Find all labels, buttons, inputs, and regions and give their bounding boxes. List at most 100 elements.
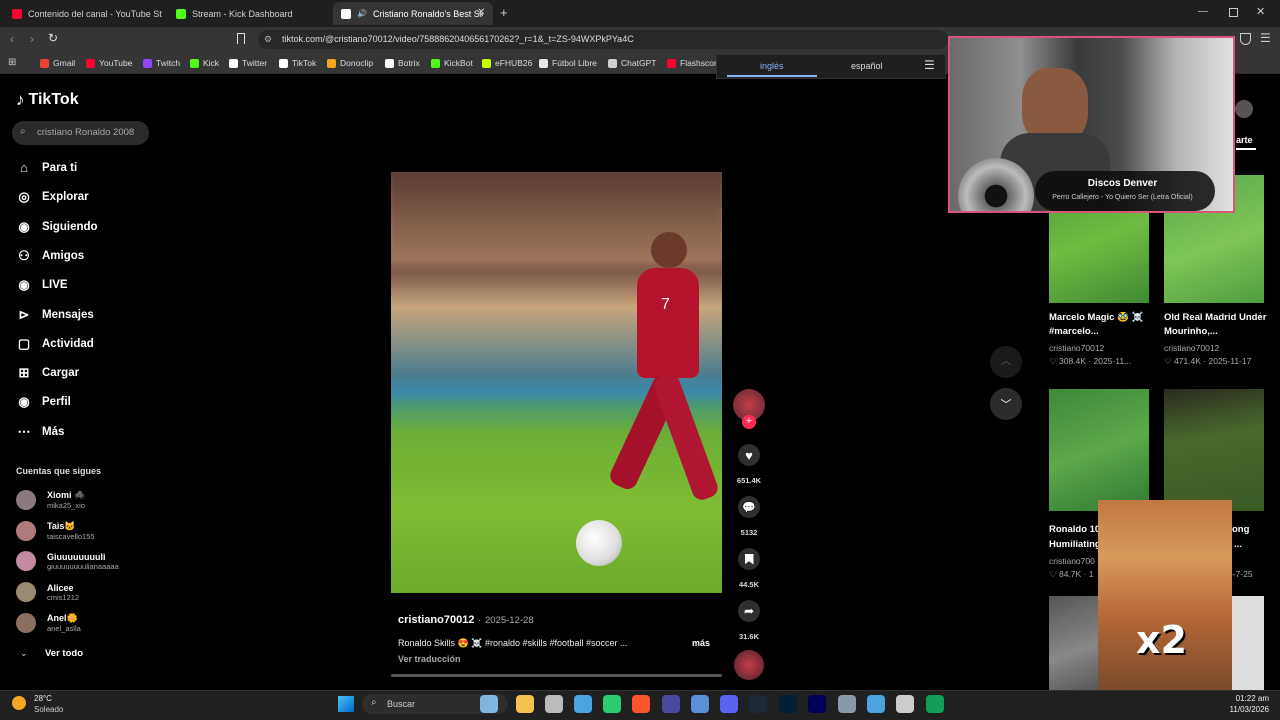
recommended-thumb[interactable] <box>1164 389 1264 511</box>
recommended-author[interactable]: cristiano70012 <box>1049 343 1104 353</box>
bookmark-youtube[interactable]: YouTube <box>86 55 132 71</box>
bookmark-flashscore[interactable]: Flashscore <box>667 55 722 71</box>
tab-tiktok-active[interactable]: 🔊 Cristiano Ronaldo's Best Skills <box>333 2 493 25</box>
next-video-button[interactable]: ﹀ <box>990 388 1022 420</box>
steam-icon[interactable] <box>749 695 767 713</box>
recommended-author[interactable]: cristiano700 <box>1049 556 1095 566</box>
close-tab-icon[interactable]: ✕ <box>477 7 485 18</box>
avatar <box>16 612 36 633</box>
bookmark-f-tbol-libre[interactable]: Fútbol Libre <box>539 55 597 71</box>
nav-item-siguiendo[interactable]: ◉ Siguiendo <box>16 219 97 235</box>
nav-item-cargar[interactable]: ⊞ Cargar <box>16 365 80 381</box>
app-icon[interactable] <box>603 695 621 713</box>
followed-account[interactable]: Xiomi 🕷️ mika25_xio <box>16 490 85 510</box>
bookmark-donoclip[interactable]: Donoclip <box>327 55 373 71</box>
site-info-icon[interactable]: ⚙ <box>264 34 272 45</box>
recommended-title[interactable]: ong <box>1232 523 1272 537</box>
follow-plus-icon[interactable]: + <box>742 415 756 429</box>
widgets-icon[interactable] <box>480 695 498 713</box>
back-icon[interactable]: ‹ <box>10 32 14 46</box>
bookmark-chatgpt[interactable]: ChatGPT <box>608 55 656 71</box>
player-icon[interactable] <box>896 695 914 713</box>
apps-grid-icon[interactable]: ⊞ <box>8 57 16 68</box>
discord-icon[interactable] <box>720 695 738 713</box>
clock-date[interactable]: 11/03/2026 <box>1221 705 1269 714</box>
tiktok-logo[interactable]: ♪ TikTok <box>16 90 79 110</box>
share-button[interactable]: ➦ <box>738 600 760 622</box>
tab-kick-dashboard[interactable]: Stream - Kick Dashboard <box>168 2 328 25</box>
save-button[interactable] <box>738 548 760 570</box>
search-input[interactable]: ⌕ cristiano Ronaldo 2008 <box>12 121 149 145</box>
close-window-icon[interactable]: ✕ <box>1256 5 1265 18</box>
url-input[interactable]: tiktok.com/@cristiano70012/video/7588862… <box>258 30 948 49</box>
nav-item-amigos[interactable]: ⚇ Amigos <box>16 248 84 264</box>
weather-sun-icon[interactable] <box>12 696 26 710</box>
followed-account[interactable]: Alicee cmis1212 <box>16 582 79 603</box>
nav-item-para-ti[interactable]: ⌂ Para ti <box>16 160 77 175</box>
bookmark-botrix[interactable]: Botrix <box>385 55 420 71</box>
media-icon[interactable] <box>662 695 680 713</box>
bookmark-efhub26[interactable]: eFHUB26 <box>482 55 532 71</box>
translate-lang-english[interactable]: inglés <box>760 61 784 71</box>
maximize-icon[interactable] <box>1229 8 1238 17</box>
nav-item-explorar[interactable]: ◎ Explorar <box>16 189 88 205</box>
bookmark-twitch[interactable]: Twitch <box>143 55 180 71</box>
app-icon[interactable] <box>574 695 592 713</box>
like-button[interactable]: ♥ <box>738 444 760 466</box>
translate-active-indicator <box>727 75 817 77</box>
photoshop-icon[interactable] <box>779 695 797 713</box>
bookmark-kickbot[interactable]: KickBot <box>431 55 473 71</box>
notepad-icon[interactable] <box>867 695 885 713</box>
reload-icon[interactable]: ↻ <box>48 31 58 45</box>
tab-youtube-studio[interactable]: Contenido del canal - YouTube Studio <box>4 2 162 25</box>
nav-item-m-s[interactable]: ⋯ Más <box>16 424 65 440</box>
translate-lang-spanish[interactable]: español <box>851 61 883 71</box>
chrome-icon[interactable] <box>545 695 563 713</box>
music-disc-icon[interactable] <box>734 650 764 680</box>
followed-account[interactable]: Tais🐱 taiscavello155 <box>16 520 95 541</box>
account-handle: anel_aslla <box>47 623 81 633</box>
bookmark-kick[interactable]: Kick <box>190 55 219 71</box>
see-all-link[interactable]: Ver todo <box>45 648 83 659</box>
more-options-icon[interactable]: ⋮ <box>1256 311 1265 322</box>
new-tab-icon[interactable]: + <box>500 5 508 20</box>
clock-time[interactable]: 01:22 am <box>1225 694 1269 703</box>
brave-icon[interactable] <box>632 695 650 713</box>
recommended-title[interactable]: Marcelo Magic 🥸 ☠️ #marcelo... <box>1049 311 1157 339</box>
followed-account[interactable]: Giuuuuuuuuli giuuuuuuuulianaaaaa <box>16 551 119 572</box>
premiere-icon[interactable] <box>808 695 826 713</box>
bookmark-twitter[interactable]: Twitter <box>229 55 267 71</box>
video-player[interactable]: 7 <box>391 172 722 593</box>
nav-item-perfil[interactable]: ◉ Perfil <box>16 394 70 410</box>
menu-icon[interactable]: ☰ <box>1260 31 1271 45</box>
bookmark-gmail[interactable]: Gmail <box>40 55 75 71</box>
file-explorer-icon[interactable] <box>516 695 534 713</box>
heart-icon: ♡ <box>1049 356 1059 366</box>
caption-more-link[interactable]: más <box>692 638 710 648</box>
share-tab-label[interactable]: arte <box>1236 135 1253 145</box>
edge-icon[interactable] <box>926 695 944 713</box>
windows-start-icon[interactable] <box>338 696 354 712</box>
bookmark-icon[interactable] <box>237 33 245 44</box>
recommended-author[interactable]: cristiano70012 <box>1164 343 1219 353</box>
right-user-avatar[interactable] <box>1235 100 1253 118</box>
progress-bar[interactable] <box>391 674 722 677</box>
translate-menu-icon[interactable]: ☰ <box>924 58 935 72</box>
weather-temp[interactable]: 28°C <box>34 694 52 703</box>
calculator-icon[interactable] <box>691 695 709 713</box>
minimize-icon[interactable]: — <box>1198 6 1208 17</box>
see-translation-link[interactable]: Ver traducción <box>398 654 461 664</box>
previous-video-button[interactable]: ︿ <box>990 346 1022 378</box>
followed-account[interactable]: Anel🌼 anel_aslla <box>16 612 81 633</box>
forward-icon[interactable]: › <box>30 32 34 46</box>
video-author[interactable]: cristiano70012 <box>398 614 474 626</box>
weather-desc[interactable]: Soleado <box>34 705 63 714</box>
comment-button[interactable]: 💬 <box>738 496 760 518</box>
nav-item-mensajes[interactable]: ⊳ Mensajes <box>16 307 94 323</box>
bookmark-tiktok[interactable]: TikTok <box>279 55 316 71</box>
nav-item-live[interactable]: ◉ LIVE <box>16 277 67 293</box>
recommended-thumb[interactable] <box>1049 389 1149 511</box>
nav-item-actividad[interactable]: ▢ Actividad <box>16 336 94 352</box>
settings-icon[interactable] <box>838 695 856 713</box>
shield-icon[interactable] <box>1240 33 1251 45</box>
